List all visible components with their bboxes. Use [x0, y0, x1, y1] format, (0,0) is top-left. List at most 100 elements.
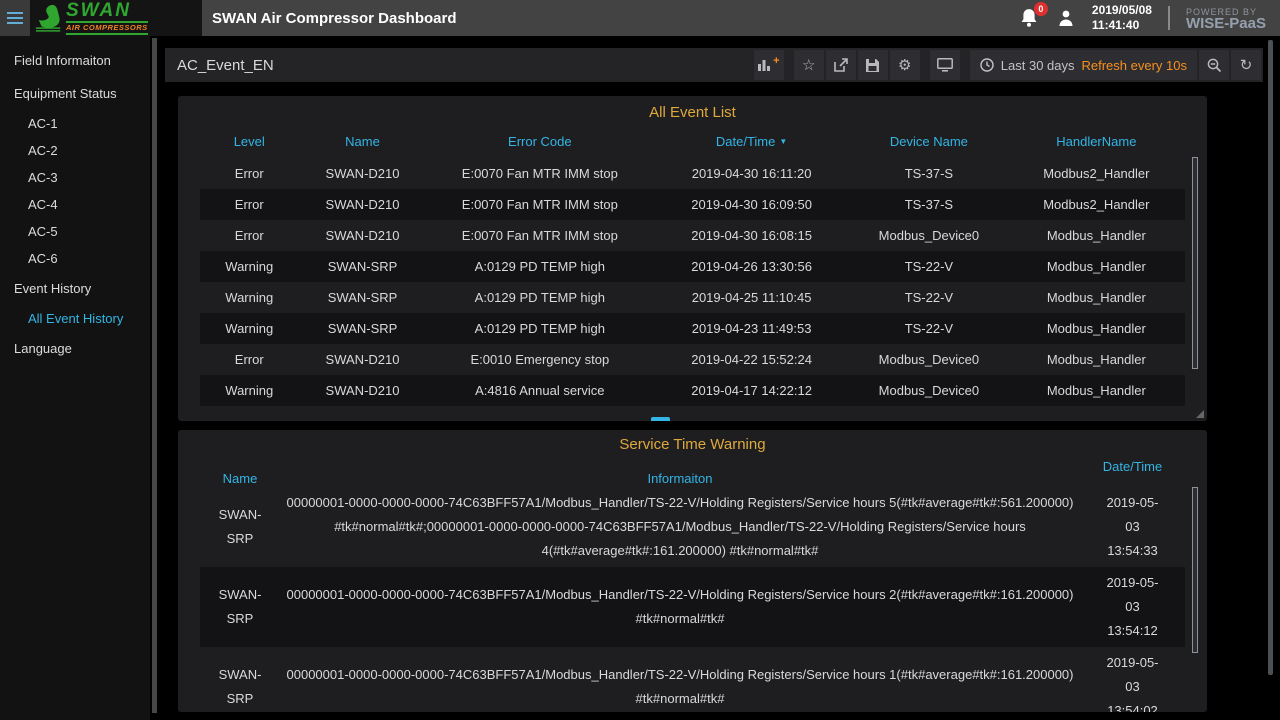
- column-header-label: Date/Time: [716, 134, 775, 149]
- panel-resize-handle[interactable]: [1196, 410, 1204, 418]
- service-cell-info: 00000001-0000-0000-0000-74C63BFF57A1/Mod…: [280, 583, 1080, 631]
- event-row: ErrorSWAN-D210E:0070 Fan MTR IMM stop201…: [200, 220, 1185, 251]
- refresh-button[interactable]: ↻: [1231, 50, 1261, 80]
- event-cell-level: Warning: [200, 321, 299, 336]
- datetime-display: 2019/05/08 11:41:40: [1092, 3, 1152, 33]
- column-header-level[interactable]: Level: [200, 134, 299, 149]
- column-header-informaiton[interactable]: Informaiton: [280, 457, 1080, 487]
- event-table-scrollbar[interactable]: [1192, 157, 1198, 369]
- event-panel-title[interactable]: All Event List: [178, 96, 1207, 121]
- service-panel-title[interactable]: Service Time Warning: [178, 430, 1207, 453]
- pagination-page-3[interactable]: 3: [715, 417, 734, 421]
- time-range-label[interactable]: Last 30 days: [1001, 58, 1075, 73]
- dashboard-toolbar: AC_Event_EN + ☆ ⚙: [165, 48, 1263, 82]
- service-table-body: SWAN-SRP00000001-0000-0000-0000-74C63BFF…: [200, 487, 1185, 712]
- sidebar-item-language[interactable]: Language: [0, 332, 150, 365]
- star-icon: ☆: [802, 56, 815, 74]
- sidebar-item-ac-6[interactable]: AC-6: [0, 245, 150, 272]
- event-cell-name: SWAN-D210: [299, 166, 427, 181]
- refresh-icon: ↻: [1240, 56, 1253, 74]
- all-event-list-panel: All Event List LevelNameError CodeDate/T…: [178, 96, 1207, 421]
- service-row: SWAN-SRP00000001-0000-0000-0000-74C63BFF…: [200, 567, 1185, 647]
- sidebar-item-ac-1[interactable]: AC-1: [0, 110, 150, 137]
- page-title: SWAN Air Compressor Dashboard: [212, 10, 457, 27]
- page-scrollbar[interactable]: [1268, 40, 1273, 675]
- user-icon[interactable]: [1056, 8, 1076, 28]
- event-table-body: ErrorSWAN-D210E:0070 Fan MTR IMM stop201…: [200, 158, 1185, 406]
- event-cell-handlername: Modbus_Handler: [1008, 352, 1185, 367]
- pagination-page-2[interactable]: 2: [683, 417, 702, 421]
- sidebar-scrollbar[interactable]: [152, 38, 157, 713]
- powered-by: POWERED BY WISE-PaaS: [1186, 6, 1266, 30]
- event-row: WarningSWAN-D210A:4816 Annual service201…: [200, 375, 1185, 406]
- column-header-error-code[interactable]: Error Code: [427, 134, 654, 149]
- event-cell-level: Error: [200, 352, 299, 367]
- event-cell-device-name: Modbus_Device0: [850, 352, 1008, 367]
- event-cell-date-time: 2019-04-17 14:22:12: [653, 383, 850, 398]
- sidebar-item-all-event-history[interactable]: All Event History: [0, 305, 150, 332]
- zoom-out-button[interactable]: [1199, 50, 1229, 80]
- add-panel-icon: [758, 59, 772, 71]
- event-cell-date-time: 2019-04-23 11:49:53: [653, 321, 850, 336]
- event-cell-error-code: A:0129 PD TEMP high: [427, 321, 654, 336]
- column-header-device-name[interactable]: Device Name: [850, 134, 1008, 149]
- event-cell-handlername: Modbus_Handler: [1008, 259, 1185, 274]
- service-table-scrollbar[interactable]: [1192, 487, 1198, 653]
- event-cell-name: SWAN-SRP: [299, 259, 427, 274]
- notifications-button[interactable]: 0: [1020, 8, 1040, 28]
- event-cell-device-name: TS-22-V: [850, 321, 1008, 336]
- event-cell-level: Error: [200, 166, 299, 181]
- event-cell-date-time: 2019-04-30 16:09:50: [653, 197, 850, 212]
- column-header-date-time[interactable]: Date/Time: [1080, 457, 1185, 487]
- event-cell-name: SWAN-D210: [299, 383, 427, 398]
- sidebar-item-event-history[interactable]: Event History: [0, 272, 150, 305]
- time-text: 11:41:40: [1092, 18, 1152, 33]
- column-header-label: Level: [234, 134, 265, 149]
- add-panel-button[interactable]: +: [754, 50, 784, 80]
- event-cell-name: SWAN-D210: [299, 352, 427, 367]
- tv-mode-button[interactable]: [930, 50, 960, 80]
- service-row: SWAN-SRP00000001-0000-0000-0000-74C63BFF…: [200, 647, 1185, 712]
- event-cell-device-name: TS-22-V: [850, 259, 1008, 274]
- column-header-name[interactable]: Name: [299, 134, 427, 149]
- time-range-picker[interactable]: Last 30 days Refresh every 10s: [970, 50, 1197, 80]
- event-cell-device-name: Modbus_Device0: [850, 383, 1008, 398]
- star-button[interactable]: ☆: [794, 50, 824, 80]
- sidebar-item-ac-3[interactable]: AC-3: [0, 164, 150, 191]
- notification-badge: 0: [1034, 2, 1048, 16]
- sidebar-item-ac-2[interactable]: AC-2: [0, 137, 150, 164]
- sort-desc-caret-icon: ▼: [779, 137, 787, 146]
- plus-icon: +: [773, 55, 779, 67]
- settings-button[interactable]: ⚙: [890, 50, 920, 80]
- sidebar-item-ac-4[interactable]: AC-4: [0, 191, 150, 218]
- service-cell-name: SWAN-SRP: [200, 583, 280, 631]
- sidebar-nav: Field InformaitonEquipment StatusAC-1AC-…: [0, 36, 150, 720]
- event-cell-device-name: TS-22-V: [850, 290, 1008, 305]
- logo-tagline-text: AIR COMPRESSORS: [66, 21, 148, 35]
- pagination: 1 2 3: [178, 417, 1207, 421]
- event-row: WarningSWAN-SRPA:0129 PD TEMP high2019-0…: [200, 282, 1185, 313]
- pagination-page-1[interactable]: 1: [651, 417, 670, 421]
- event-cell-level: Error: [200, 197, 299, 212]
- gear-icon: ⚙: [898, 56, 911, 74]
- service-cell-datetime: 2019-05-03 13:54:12: [1080, 571, 1185, 643]
- event-cell-handlername: Modbus_Handler: [1008, 228, 1185, 243]
- share-button[interactable]: [826, 50, 856, 80]
- save-button[interactable]: [858, 50, 888, 80]
- event-cell-date-time: 2019-04-30 16:11:20: [653, 166, 850, 181]
- event-cell-error-code: A:4816 Annual service: [427, 383, 654, 398]
- sidebar-item-ac-5[interactable]: AC-5: [0, 218, 150, 245]
- event-cell-device-name: TS-37-S: [850, 166, 1008, 181]
- event-cell-name: SWAN-D210: [299, 197, 427, 212]
- refresh-interval-label[interactable]: Refresh every 10s: [1082, 58, 1188, 73]
- column-header-date-time[interactable]: Date/Time ▼: [653, 134, 850, 149]
- dashboard-title[interactable]: AC_Event_EN: [165, 57, 274, 74]
- event-cell-name: SWAN-SRP: [299, 321, 427, 336]
- column-header-name[interactable]: Name: [200, 457, 280, 487]
- hamburger-menu-icon[interactable]: [0, 0, 30, 36]
- share-icon: [834, 58, 848, 72]
- sidebar-item-equipment-status[interactable]: Equipment Status: [0, 77, 150, 110]
- column-header-handlername[interactable]: HandlerName: [1008, 134, 1185, 149]
- sidebar-item-field-informaiton[interactable]: Field Informaiton: [0, 44, 150, 77]
- event-cell-level: Warning: [200, 290, 299, 305]
